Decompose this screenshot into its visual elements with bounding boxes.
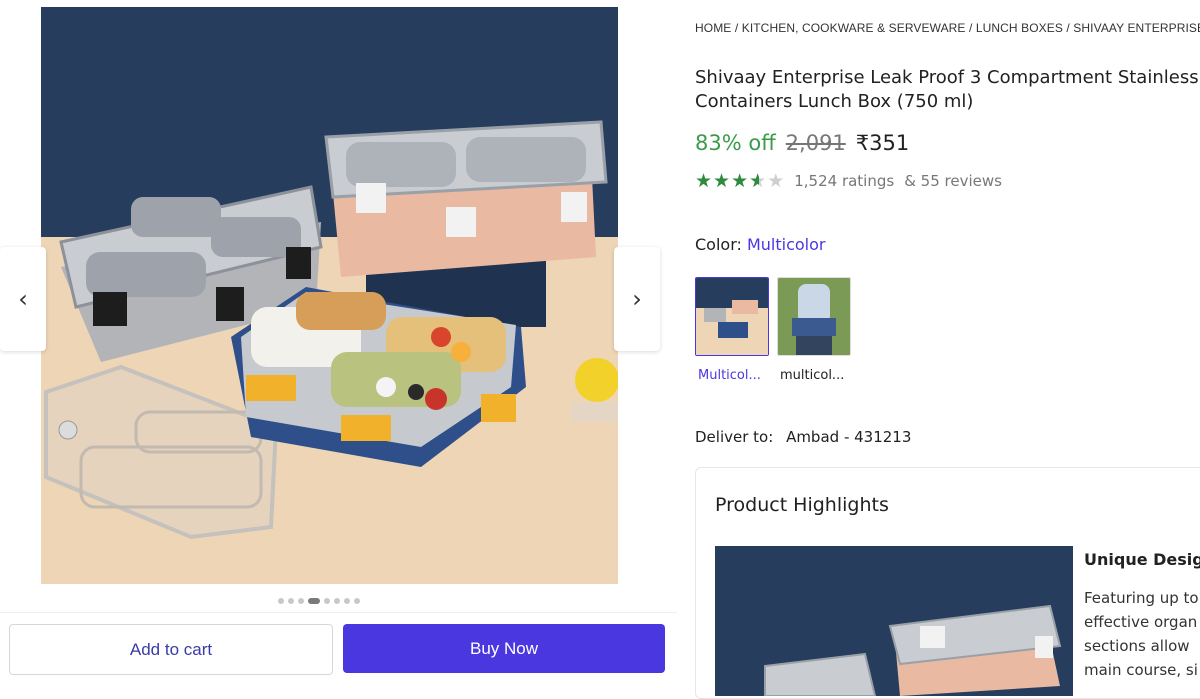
reviews-count[interactable]: & 55 reviews bbox=[904, 172, 1002, 190]
gallery-dot[interactable] bbox=[278, 598, 284, 604]
breadcrumb-item[interactable]: KITCHEN, COOKWARE & SERVEWARE bbox=[742, 21, 966, 35]
swatch-label: Multicol... bbox=[698, 368, 761, 383]
gallery-dot[interactable] bbox=[354, 598, 360, 604]
breadcrumb-item[interactable]: SHIVAAY ENTERPRISE LU bbox=[1073, 21, 1200, 35]
product-main-image[interactable] bbox=[41, 7, 618, 584]
product-title: Shivaay Enterprise Leak Proof 3 Compartm… bbox=[695, 66, 1200, 114]
swatch-label: multicol... bbox=[780, 368, 845, 383]
color-label: Color: bbox=[695, 235, 742, 254]
buy-now-button[interactable]: Buy Now bbox=[343, 624, 665, 673]
star-icon: ★ bbox=[695, 170, 713, 192]
swatch-thumbnail bbox=[778, 278, 850, 355]
highlight-illustration bbox=[715, 546, 1073, 696]
gallery-dot[interactable] bbox=[324, 598, 330, 604]
gallery-pagination bbox=[278, 598, 360, 604]
product-title-line: Containers Lunch Box (750 ml) bbox=[695, 91, 974, 112]
star-icon: ★ bbox=[713, 170, 731, 192]
breadcrumb-item[interactable]: LUNCH BOXES bbox=[976, 21, 1063, 35]
chevron-right-icon: › bbox=[632, 285, 642, 313]
star-icon: ★ bbox=[731, 170, 749, 192]
swatch-thumbnail bbox=[696, 278, 768, 355]
gallery-next-button[interactable]: › bbox=[614, 247, 660, 351]
delivery-label: Deliver to: bbox=[695, 428, 774, 446]
color-value: Multicolor bbox=[746, 235, 826, 254]
gallery-dot[interactable] bbox=[344, 598, 350, 604]
gallery-dot[interactable] bbox=[298, 598, 304, 604]
star-rating: ★ ★ ★ ★ ★ bbox=[695, 171, 784, 191]
delivery-location[interactable]: Deliver to: Ambad - 431213 bbox=[695, 428, 911, 446]
lunch-box-illustration bbox=[44, 120, 618, 540]
gallery-prev-button[interactable]: ‹ bbox=[0, 247, 46, 351]
color-selector-label: Color: Multicolor bbox=[695, 235, 826, 254]
highlight-text-line: effective organ bbox=[1084, 613, 1198, 631]
highlight-text-line: sections allow bbox=[1084, 637, 1190, 655]
highlights-title: Product Highlights bbox=[715, 494, 889, 516]
highlight-image bbox=[715, 546, 1073, 696]
original-price: 2,091 bbox=[785, 131, 846, 155]
purchase-action-bar: Add to cart Buy Now bbox=[0, 612, 677, 685]
gallery-dot[interactable] bbox=[308, 598, 320, 604]
delivery-address[interactable]: Ambad - 431213 bbox=[786, 428, 911, 446]
breadcrumb-item[interactable]: HOME bbox=[695, 21, 731, 35]
half-star-icon: ★ bbox=[749, 171, 766, 191]
highlight-text-line: Featuring up to bbox=[1084, 589, 1199, 607]
star-empty-icon: ★ bbox=[767, 170, 785, 192]
highlight-text-line: main course, si bbox=[1084, 661, 1198, 679]
color-swatch-multicolor-2[interactable] bbox=[777, 277, 851, 356]
highlight-text: Featuring up to effective organ sections… bbox=[1084, 586, 1200, 682]
discount-badge: 83% off bbox=[695, 131, 776, 155]
price-row: 83% off 2,091 ₹351 bbox=[695, 131, 909, 155]
rating-row[interactable]: ★ ★ ★ ★ ★ 1,524 ratings & 55 reviews bbox=[695, 171, 1002, 191]
breadcrumb: HOME / KITCHEN, COOKWARE & SERVEWARE / L… bbox=[695, 21, 1200, 35]
color-swatch-multicolor-1[interactable] bbox=[695, 277, 769, 356]
selling-price: ₹351 bbox=[855, 131, 910, 155]
product-title-line: Shivaay Enterprise Leak Proof 3 Compartm… bbox=[695, 67, 1199, 88]
gallery-dot[interactable] bbox=[288, 598, 294, 604]
add-to-cart-button[interactable]: Add to cart bbox=[9, 624, 333, 675]
gallery-dot[interactable] bbox=[334, 598, 340, 604]
product-highlights-card: Product Highlights Unique Design Featuri… bbox=[695, 467, 1200, 699]
ratings-count[interactable]: 1,524 ratings bbox=[794, 172, 894, 190]
chevron-left-icon: ‹ bbox=[18, 285, 28, 313]
highlight-heading: Unique Design bbox=[1084, 550, 1200, 569]
